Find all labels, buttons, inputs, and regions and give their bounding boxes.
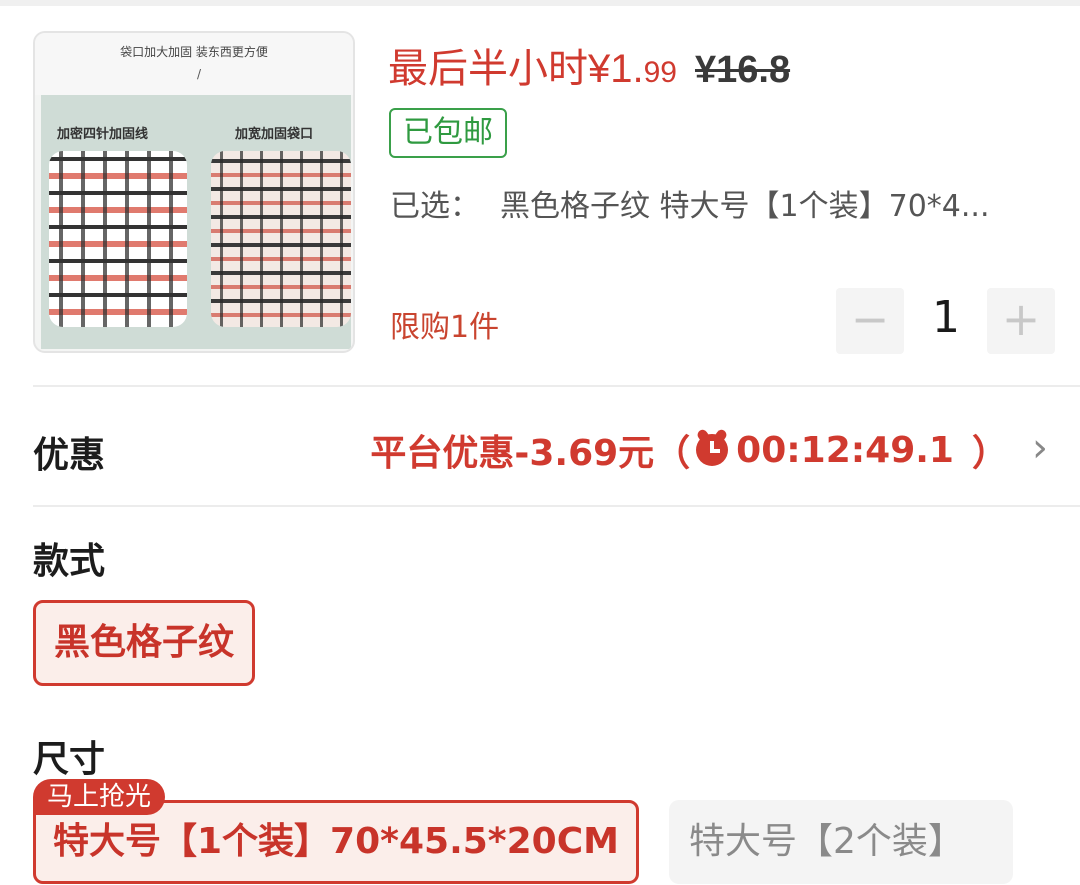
selling-fast-badge: 马上抢光 bbox=[33, 779, 166, 815]
price-promo-label: 最后半小时 bbox=[388, 47, 588, 91]
discount-text: 平台优惠-3.69元（ bbox=[370, 433, 691, 474]
image-caption-slash: / bbox=[197, 67, 202, 81]
price-row: 最后半小时¥1.99 ¥16.8 bbox=[388, 36, 791, 91]
minus-icon: − bbox=[850, 292, 890, 346]
discount-heading: 优惠 bbox=[33, 435, 106, 476]
quantity-minus-button[interactable]: − bbox=[836, 288, 904, 354]
price-currency: ¥ bbox=[588, 47, 611, 91]
style-heading: 款式 bbox=[33, 541, 106, 582]
original-price: ¥16.8 bbox=[694, 49, 791, 91]
quantity-plus-button[interactable]: + bbox=[987, 288, 1055, 354]
image-fabric-closeup bbox=[49, 151, 187, 327]
price-decimal: 99 bbox=[643, 56, 677, 89]
image-caption-top: 袋口加大加固 装东西更方便 bbox=[120, 45, 268, 59]
size-option[interactable]: 特大号【2个装】 bbox=[669, 800, 1013, 884]
quantity-value[interactable]: 1 bbox=[905, 292, 987, 343]
alarm-clock-icon bbox=[695, 427, 729, 466]
chevron-right-icon[interactable]: › bbox=[1032, 428, 1048, 468]
discount-close-paren: ） bbox=[971, 433, 1008, 474]
price-integer: 1. bbox=[610, 47, 644, 91]
top-strip bbox=[0, 0, 1080, 6]
free-shipping-badge: 已包邮 bbox=[389, 108, 507, 158]
discount-countdown: 00:12:49.1 bbox=[736, 429, 954, 471]
selected-spec-value: 黑色格子纹 特大号【1个装】70*4... bbox=[500, 189, 990, 224]
size-heading: 尺寸 bbox=[33, 739, 106, 780]
image-label-opening: 加宽加固袋口 bbox=[235, 127, 314, 142]
divider bbox=[33, 505, 1080, 507]
selected-spec-label: 已选： bbox=[390, 189, 480, 224]
product-image[interactable]: 袋口加大加固 装东西更方便 / 加密四针加固线 加宽加固袋口 bbox=[33, 31, 355, 353]
style-option-selected[interactable]: 黑色格子纹 bbox=[33, 600, 256, 686]
image-label-stitching: 加密四针加固线 bbox=[57, 127, 149, 142]
plus-icon: + bbox=[1001, 292, 1041, 346]
selected-spec-row[interactable]: 已选： 黑色格子纹 特大号【1个装】70*4... bbox=[390, 181, 1060, 225]
divider bbox=[33, 385, 1080, 387]
image-bag-closeup bbox=[211, 151, 351, 327]
discount-row[interactable]: 平台优惠-3.69元（ 00:12:49.1 ） bbox=[370, 424, 1008, 476]
purchase-limit: 限购1件 bbox=[390, 310, 500, 345]
